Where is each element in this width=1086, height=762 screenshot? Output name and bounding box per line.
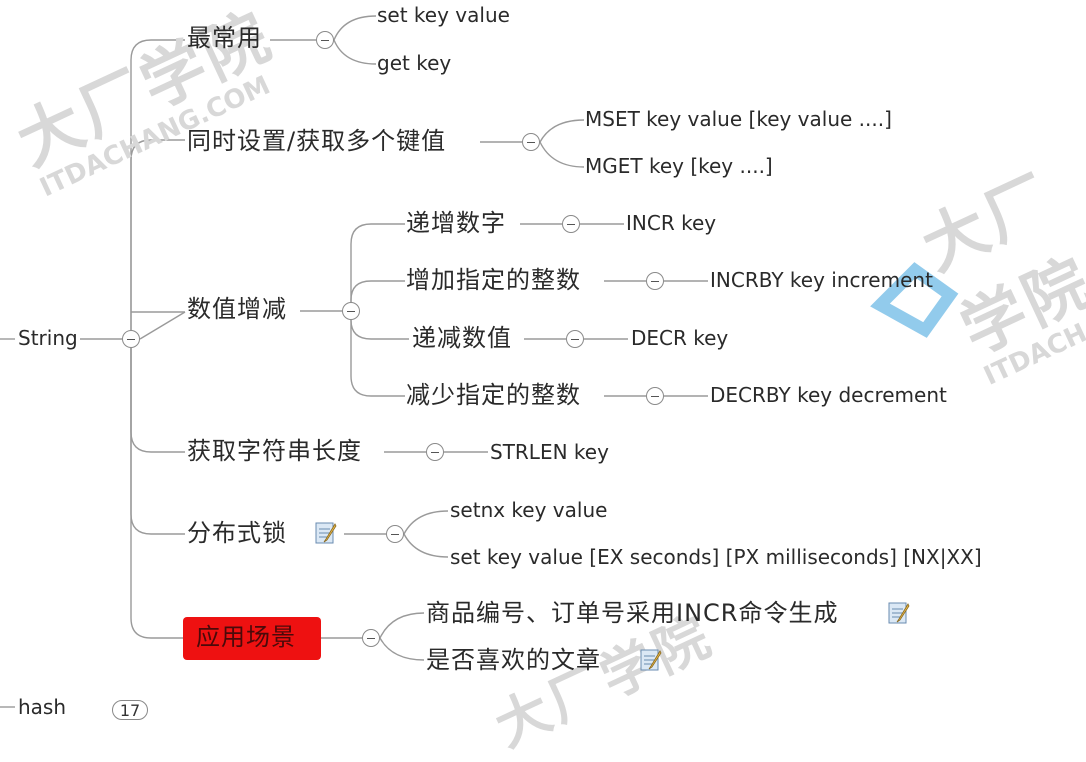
lock-set-label[interactable]: set key value [EX seconds] [PX milliseco… (450, 547, 982, 567)
collapse-root-toggle[interactable] (122, 330, 140, 348)
numeric-decrby-label[interactable]: 减少指定的整数 (406, 383, 581, 407)
note-icon[interactable] (315, 521, 337, 545)
collapse-lock-toggle[interactable] (386, 525, 404, 543)
root-node-label[interactable]: String (18, 328, 78, 348)
hash-node-label[interactable]: hash (18, 697, 66, 717)
scenes-incr-label[interactable]: 商品编号、订单号采用INCR命令生成 (426, 601, 838, 625)
numeric-incr-cmd[interactable]: INCR key (626, 213, 716, 233)
scenes-like-label[interactable]: 是否喜欢的文章 (426, 648, 601, 672)
collapsed-count-badge[interactable]: 17 (112, 700, 148, 720)
numeric-decr-cmd[interactable]: DECR key (631, 328, 728, 348)
branch-multi-label[interactable]: 同时设置/获取多个键值 (187, 129, 446, 153)
collapse-numeric-toggle[interactable] (342, 302, 360, 320)
branch-scenes-label[interactable]: 应用场景 (196, 625, 296, 649)
numeric-incr-label[interactable]: 递增数字 (406, 211, 506, 235)
numeric-incrby-cmd[interactable]: INCRBY key increment (710, 270, 933, 290)
collapse-multi-toggle[interactable] (522, 133, 540, 151)
collapse-strlen-toggle[interactable] (426, 443, 444, 461)
collapse-scenes-toggle[interactable] (362, 629, 380, 647)
branch-numeric-label[interactable]: 数值增减 (187, 297, 287, 321)
multi-mget-label[interactable]: MGET key [key ....] (585, 156, 773, 176)
numeric-decr-label[interactable]: 递减数值 (412, 326, 512, 350)
strlen-cmd[interactable]: STRLEN key (490, 442, 609, 462)
multi-mset-label[interactable]: MSET key value [key value ....] (585, 109, 892, 129)
most-used-set-label[interactable]: set key value (377, 5, 510, 25)
collapse-most-used-toggle[interactable] (316, 31, 334, 49)
branch-strlen-label[interactable]: 获取字符串长度 (187, 439, 362, 463)
collapse-decrby-toggle[interactable] (646, 387, 664, 405)
collapse-incr-toggle[interactable] (562, 215, 580, 233)
most-used-get-label[interactable]: get key (377, 53, 451, 73)
numeric-decrby-cmd[interactable]: DECRBY key decrement (710, 385, 947, 405)
branch-most-used-label[interactable]: 最常用 (187, 26, 262, 50)
note-icon[interactable] (640, 648, 662, 672)
numeric-incrby-label[interactable]: 增加指定的整数 (406, 268, 581, 292)
note-icon[interactable] (888, 601, 910, 625)
collapse-decr-toggle[interactable] (566, 330, 584, 348)
collapse-incrby-toggle[interactable] (646, 272, 664, 290)
lock-setnx-label[interactable]: setnx key value (450, 500, 607, 520)
branch-lock-label[interactable]: 分布式锁 (187, 521, 287, 545)
